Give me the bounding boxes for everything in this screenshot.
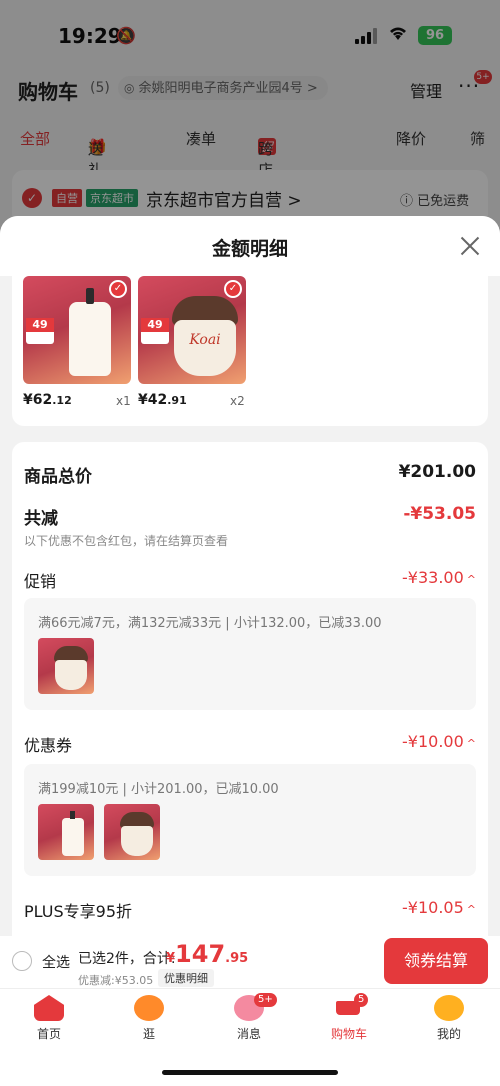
coupon-label: 优惠券	[24, 736, 73, 755]
item-qty: x1	[116, 394, 131, 408]
coupon-detail-text: 满199减10元 | 小计201.00，已减10.00	[38, 782, 279, 797]
checkout-bar: 全选 已选2件，合计: ¥147.95 优惠减:¥53.05 优惠明细 领券结算	[0, 936, 500, 988]
coupon-product-thumb[interactable]	[38, 804, 94, 860]
stroll-icon	[134, 995, 164, 1021]
promo-label: 促销	[24, 572, 57, 591]
profile-icon	[434, 995, 464, 1021]
sheet-header: 金额明细	[0, 216, 500, 276]
chevron-up-icon: ^	[466, 903, 476, 916]
total-price: ¥147.95	[166, 940, 249, 968]
home-icon	[34, 995, 64, 1021]
item-qty: x2	[230, 394, 245, 408]
tab-cart[interactable]: 5 购物车	[314, 993, 384, 1042]
price-summary: 商品总价 ¥201.00 共减 -¥53.05 以下优惠不包含红包，请在结算页查…	[12, 442, 488, 936]
tab-home[interactable]: 首页	[14, 995, 84, 1042]
checked-icon: ✓	[109, 280, 127, 298]
product-image-acorn-jar[interactable]: ✓ 49 Koai	[138, 276, 246, 384]
tab-messages[interactable]: 5+ 消息	[214, 993, 284, 1042]
sheet-title: 金额明细	[211, 238, 288, 260]
coupon-detail-box: 满199减10元 | 小计201.00，已减10.00	[24, 764, 476, 876]
product-image-body-wash[interactable]: ✓ 49	[23, 276, 131, 384]
price-sticker: 49	[26, 318, 54, 344]
chevron-up-icon: ^	[466, 573, 476, 586]
promo-product-thumb[interactable]	[38, 638, 94, 694]
coupon-toggle[interactable]: -¥10.00 ^	[402, 732, 476, 751]
promo-detail-text: 满66元减7元，满132元减33元 | 小计132.00，已减33.00	[38, 616, 382, 631]
amount-detail-sheet: 金额明细 ✓ 49 ¥62.12 x1 ✓ 49 Koai ¥42.91 x2 …	[0, 216, 500, 936]
discount-value: -¥53.05	[403, 504, 476, 524]
message-badge: 5+	[254, 993, 277, 1007]
coupon-product-thumb[interactable]	[104, 804, 160, 860]
discount-label: 共减	[24, 509, 58, 529]
brand-logo: Koai	[189, 332, 221, 348]
checkout-button[interactable]: 领券结算	[384, 938, 488, 984]
saving-amount: 优惠减:¥53.05	[78, 974, 154, 987]
price-sticker: 49	[141, 318, 169, 344]
promo-toggle[interactable]: -¥33.00 ^	[402, 568, 476, 587]
item-price: ¥42.91	[138, 392, 187, 408]
discount-note: 以下优惠不包含红包，请在结算页查看	[24, 534, 229, 548]
plus-toggle[interactable]: -¥10.05 ^	[402, 898, 476, 917]
home-indicator	[162, 1070, 338, 1075]
close-icon[interactable]	[458, 234, 482, 258]
promo-detail-box: 满66元减7元，满132元减33元 | 小计132.00，已减33.00	[24, 598, 476, 710]
selected-items: ✓ 49 ¥62.12 x1 ✓ 49 Koai ¥42.91 x2	[12, 276, 488, 426]
select-all-label[interactable]: 全选	[42, 952, 70, 972]
bottle-image	[69, 288, 111, 376]
goods-total-value: ¥201.00	[398, 462, 476, 482]
item-price: ¥62.12	[23, 392, 72, 408]
acorn-jar-image: Koai	[174, 320, 236, 376]
plus-label: PLUS专享95折	[24, 902, 132, 921]
tab-me[interactable]: 我的	[414, 995, 484, 1042]
cart-badge: 5	[354, 993, 369, 1007]
select-all-radio[interactable]	[12, 951, 32, 971]
discount-detail-toggle[interactable]: 优惠明细	[158, 969, 214, 987]
selected-count: 已选2件，合计:	[78, 951, 176, 967]
goods-total-label: 商品总价	[24, 467, 92, 487]
checked-icon: ✓	[224, 280, 242, 298]
chevron-up-icon: ^	[466, 737, 476, 750]
tab-stroll[interactable]: 逛	[114, 995, 184, 1042]
